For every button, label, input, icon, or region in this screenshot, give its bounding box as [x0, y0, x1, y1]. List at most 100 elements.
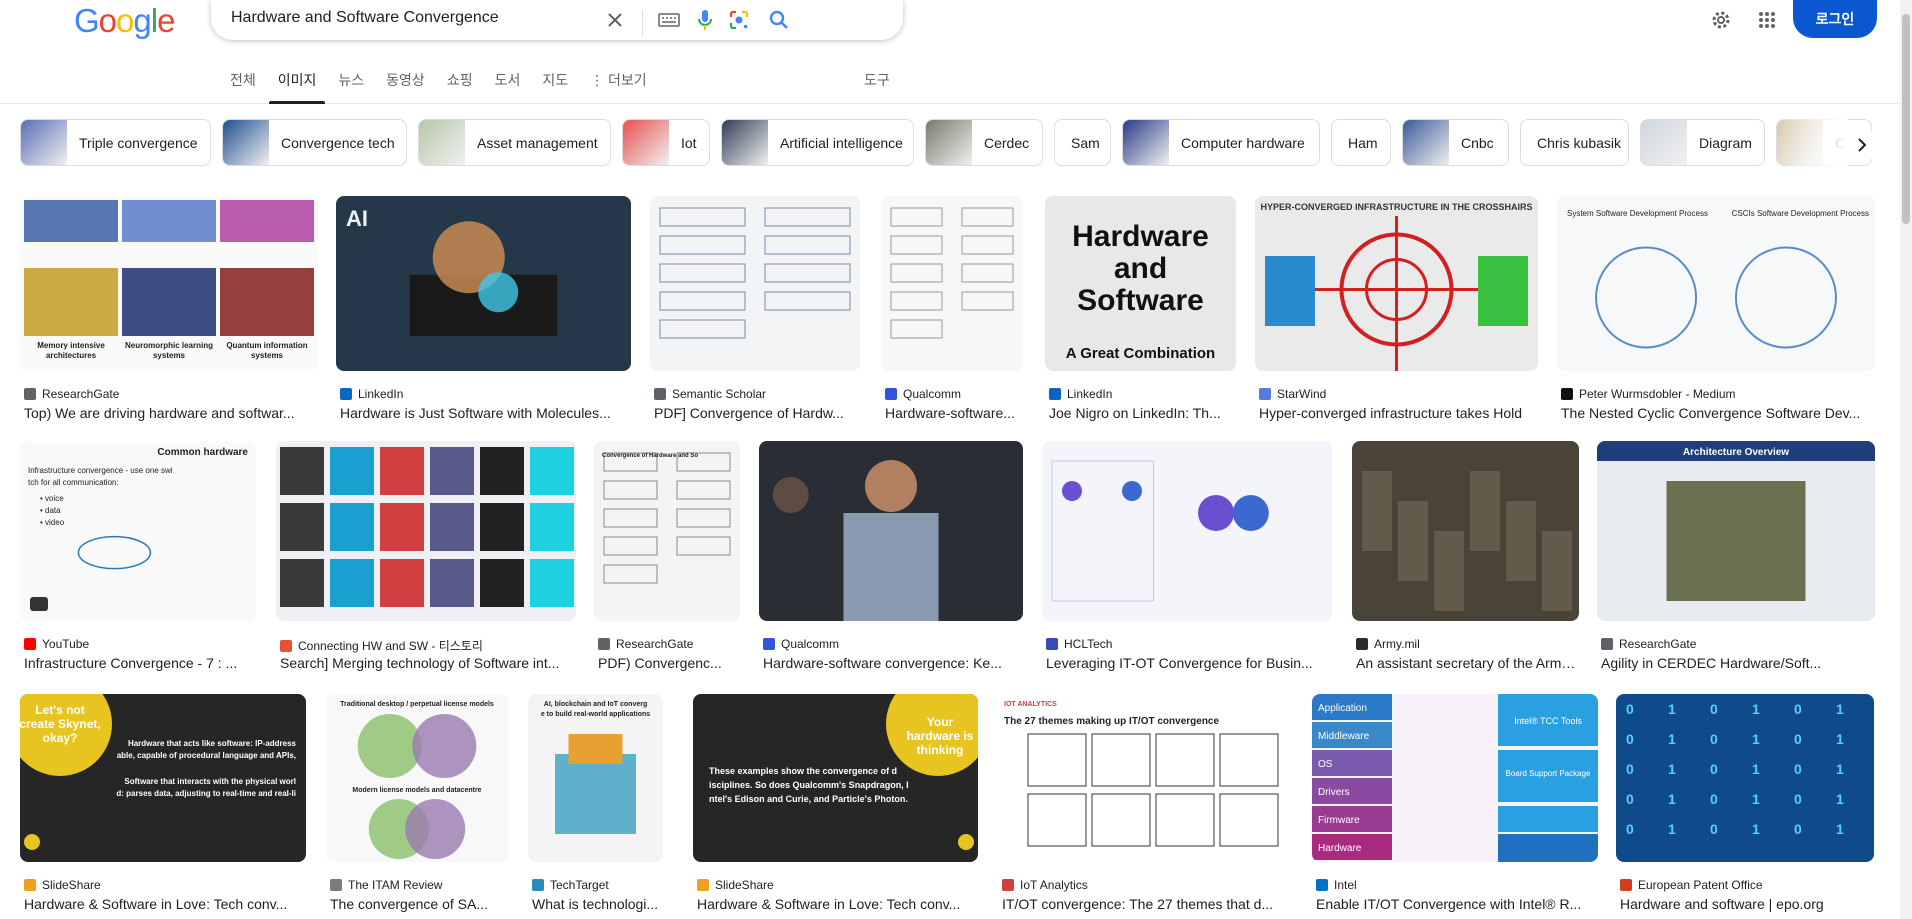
- image-thumbnail[interactable]: Common hardware Infrastructure convergenc…: [20, 441, 256, 621]
- result-title[interactable]: The Nested Cyclic Convergence Software D…: [1561, 405, 1875, 421]
- chip-6[interactable]: Sam: [1054, 119, 1111, 166]
- result-title[interactable]: Hardware-software...: [885, 405, 1023, 421]
- image-thumbnail[interactable]: Memory intensive architectures Neuromorphi…: [20, 196, 318, 371]
- result-source[interactable]: The ITAM Review: [330, 878, 508, 892]
- image-result-card[interactable]: Let's not create Skynet, okay? Hardware tha…: [20, 694, 306, 912]
- result-title[interactable]: Hardware & Software in Love: Tech conv..…: [24, 896, 306, 912]
- image-result-card[interactable]: 0 1 0 1 0 1 0 1 0 1 0 1 0 1 0 1 0 1 0 1 0 1 0 1 0 1 0 1 0 1 European P…: [1616, 694, 1874, 912]
- tab-4[interactable]: 쇼핑: [447, 70, 473, 104]
- search-input[interactable]: Hardware and Software Convergence: [231, 9, 499, 27]
- image-result-card[interactable]: Qualcomm Hardware-software convergence: K…: [759, 441, 1023, 671]
- image-result-card[interactable]: Traditional desktop / perpetual license …: [326, 694, 508, 912]
- image-thumbnail[interactable]: [1352, 441, 1579, 621]
- image-result-card[interactable]: AI LinkedIn Hardware is Just Software with…: [336, 196, 631, 421]
- result-source[interactable]: YouTube: [24, 637, 256, 651]
- image-result-card[interactable]: IOT ANALYTICS The 27 themes making up IT/…: [998, 694, 1292, 912]
- apps-grid-icon[interactable]: [1755, 8, 1779, 32]
- image-thumbnail[interactable]: [650, 196, 860, 371]
- result-title[interactable]: What is technologi...: [532, 896, 663, 912]
- search-icon[interactable]: [767, 8, 791, 32]
- chip-9[interactable]: Cnbc: [1402, 119, 1509, 166]
- result-title[interactable]: Hardware and software | epo.org: [1620, 896, 1874, 912]
- chip-4[interactable]: Artificial intelligence: [721, 119, 914, 166]
- image-thumbnail[interactable]: HYPER-CONVERGED INFRASTRUCTURE IN THE CR…: [1255, 196, 1538, 371]
- image-thumbnail[interactable]: [1042, 441, 1332, 621]
- result-source[interactable]: Qualcomm: [885, 387, 1023, 401]
- google-logo[interactable]: Google: [74, 2, 175, 40]
- image-thumbnail[interactable]: AI: [336, 196, 631, 371]
- image-result-card[interactable]: Common hardware Infrastructure convergenc…: [20, 441, 256, 671]
- image-result-card[interactable]: Semantic Scholar PDF] Convergence of Hard…: [650, 196, 860, 421]
- search-box[interactable]: Hardware and Software Convergence: [211, 0, 903, 40]
- image-thumbnail[interactable]: Traditional desktop / perpetual license …: [326, 694, 508, 862]
- tab-0[interactable]: 전체: [230, 70, 256, 104]
- result-source[interactable]: ResearchGate: [598, 637, 740, 651]
- image-thumbnail[interactable]: [759, 441, 1023, 621]
- image-thumbnail[interactable]: IOT ANALYTICS The 27 themes making up IT/…: [998, 694, 1292, 862]
- result-title[interactable]: Hardware is Just Software with Molecules…: [340, 405, 631, 421]
- chip-8[interactable]: Ham: [1331, 119, 1391, 166]
- result-title[interactable]: Top) We are driving hardware and softwar…: [24, 405, 318, 421]
- result-title[interactable]: Joe Nigro on LinkedIn: Th...: [1049, 405, 1236, 421]
- image-thumbnail[interactable]: Let's not create Skynet, okay? Hardware tha…: [20, 694, 306, 862]
- tab-6[interactable]: 지도: [542, 70, 568, 104]
- result-source[interactable]: Semantic Scholar: [654, 387, 860, 401]
- image-result-card[interactable]: Application Middleware OS Drivers Firmware Ha…: [1312, 694, 1598, 912]
- result-source[interactable]: Qualcomm: [763, 637, 1023, 651]
- result-source[interactable]: European Patent Office: [1620, 878, 1874, 892]
- image-result-card[interactable]: Architecture Overview ResearchGate Agility…: [1597, 441, 1875, 671]
- image-thumbnail[interactable]: Hardware and Software A Great Combination: [1045, 196, 1236, 371]
- settings-gear-icon[interactable]: [1709, 8, 1733, 32]
- image-thumbnail[interactable]: [276, 441, 576, 621]
- image-result-card[interactable]: HYPER-CONVERGED INFRASTRUCTURE IN THE CR…: [1255, 196, 1538, 421]
- image-result-card[interactable]: AI, blockchain and IoT converg e to build…: [528, 694, 663, 912]
- result-title[interactable]: Hyper-converged infrastructure takes Hol…: [1259, 405, 1538, 421]
- chips-next-chevron-icon[interactable]: [1848, 131, 1876, 159]
- result-source[interactable]: ResearchGate: [1601, 637, 1875, 651]
- scrollbar-thumb[interactable]: [1902, 14, 1910, 224]
- image-thumbnail[interactable]: AI, blockchain and IoT converg e to build…: [528, 694, 663, 862]
- tab-3[interactable]: 동영상: [386, 70, 425, 104]
- tab-5[interactable]: 도서: [495, 70, 521, 104]
- result-title[interactable]: Enable IT/OT Convergence with Intel® R..…: [1316, 896, 1598, 912]
- tools-button[interactable]: 도구: [864, 70, 890, 90]
- lens-icon[interactable]: [727, 8, 751, 32]
- chip-1[interactable]: Convergence tech: [222, 119, 407, 166]
- image-result-card[interactable]: Convergence of Hardware and So ResearchGa…: [594, 441, 740, 671]
- chip-11[interactable]: Diagram: [1640, 119, 1765, 166]
- result-source[interactable]: SlideShare: [697, 878, 978, 892]
- result-source[interactable]: Connecting HW and SW - 티스토리: [280, 637, 576, 654]
- clear-icon[interactable]: [603, 8, 627, 32]
- result-title[interactable]: IT/OT convergence: The 27 themes that d.…: [1002, 896, 1292, 912]
- result-source[interactable]: LinkedIn: [340, 387, 631, 401]
- result-source[interactable]: LinkedIn: [1049, 387, 1236, 401]
- image-thumbnail[interactable]: Application Middleware OS Drivers Firmware Ha…: [1312, 694, 1598, 862]
- image-result-card[interactable]: HCLTech Leveraging IT-OT Convergence for …: [1042, 441, 1332, 671]
- result-title[interactable]: Infrastructure Convergence - 7 : ...: [24, 655, 256, 671]
- image-result-card[interactable]: Connecting HW and SW - 티스토리 Search] Mergi…: [276, 441, 576, 671]
- result-source[interactable]: StarWind: [1259, 387, 1538, 401]
- result-title[interactable]: Leveraging IT-OT Convergence for Busin..…: [1046, 655, 1332, 671]
- result-title[interactable]: An assistant secretary of the Army, R...: [1356, 655, 1579, 671]
- image-thumbnail[interactable]: [881, 196, 1023, 371]
- tab-7[interactable]: ⋮ 더보기: [590, 70, 647, 104]
- result-source[interactable]: SlideShare: [24, 878, 306, 892]
- tab-2[interactable]: 뉴스: [338, 70, 364, 104]
- page-scrollbar[interactable]: [1900, 0, 1912, 919]
- result-title[interactable]: Agility in CERDEC Hardware/Soft...: [1601, 655, 1875, 671]
- image-thumbnail[interactable]: Your hardware is thinking These examples sh…: [693, 694, 978, 862]
- image-result-card[interactable]: Qualcomm Hardware-software...: [881, 196, 1023, 421]
- image-result-card[interactable]: System Software Development Process CSCIs…: [1557, 196, 1875, 421]
- image-result-card[interactable]: Your hardware is thinking These examples sh…: [693, 694, 978, 912]
- chip-7[interactable]: Computer hardware: [1122, 119, 1320, 166]
- chip-3[interactable]: Iot: [622, 119, 710, 166]
- result-source[interactable]: Peter Wurmsdobler - Medium: [1561, 387, 1875, 401]
- result-source[interactable]: ResearchGate: [24, 387, 318, 401]
- login-button[interactable]: 로그인: [1793, 0, 1877, 38]
- keyboard-icon[interactable]: [657, 8, 681, 32]
- result-source[interactable]: Army.mil: [1356, 637, 1579, 651]
- result-source[interactable]: TechTarget: [532, 878, 663, 892]
- chip-10[interactable]: Chris kubasik: [1520, 119, 1629, 166]
- result-source[interactable]: IoT Analytics: [1002, 878, 1292, 892]
- result-title[interactable]: Hardware-software convergence: Ke...: [763, 655, 1023, 671]
